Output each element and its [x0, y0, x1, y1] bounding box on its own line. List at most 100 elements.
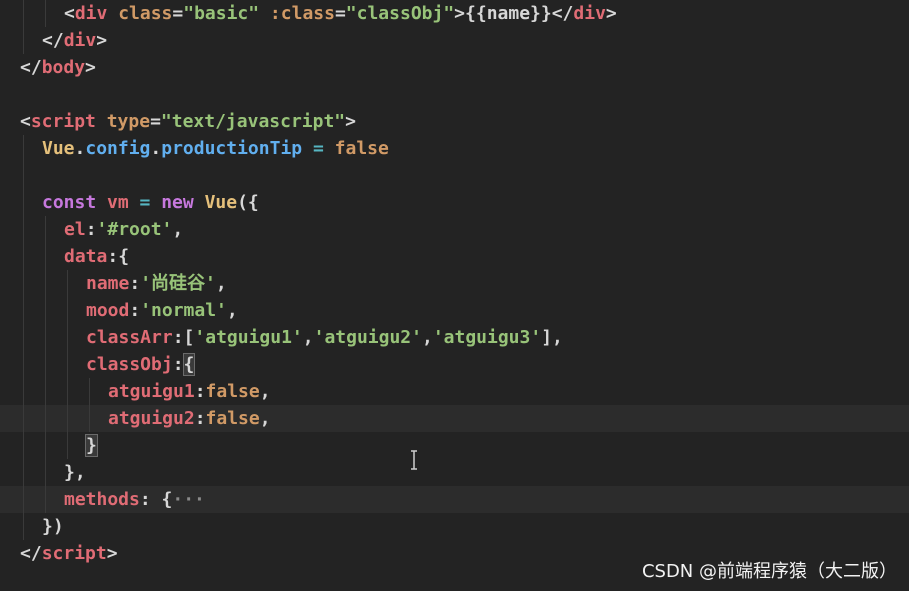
code-token: ,	[421, 327, 433, 348]
code-token: mood	[86, 300, 130, 321]
code-line[interactable]: atguigu1:false,	[0, 378, 909, 405]
code-line[interactable]: classObj:{	[0, 351, 909, 378]
code-token: '尚硅谷'	[140, 273, 216, 294]
code-line[interactable]: atguigu2:false,	[0, 405, 909, 432]
indent-guide	[45, 324, 46, 351]
code-token: '#root'	[96, 219, 173, 240]
code-token: 'atguigu3'	[432, 327, 542, 348]
code-token: .	[74, 138, 86, 159]
code-token: ],	[541, 327, 563, 348]
code-line[interactable]: </div>	[0, 27, 909, 54]
code-token: div	[573, 3, 606, 24]
indent-guide	[23, 135, 24, 162]
code-token: =	[150, 111, 161, 132]
code-token: productionTip	[161, 138, 303, 159]
code-line[interactable]: Vue.config.productionTip = false	[0, 135, 909, 162]
code-token: data	[64, 246, 108, 267]
code-token: :	[85, 219, 97, 240]
code-text: classObj:{	[86, 351, 196, 378]
code-line[interactable]: <div class="basic" :class="classObj">{{n…	[0, 0, 909, 27]
code-token: el	[64, 219, 86, 240]
code-token: >	[454, 3, 466, 24]
code-token: script	[30, 111, 96, 132]
indent-guide	[23, 216, 24, 243]
indent-guide	[23, 432, 24, 459]
code-line[interactable]	[0, 162, 909, 189]
code-token: const	[42, 192, 97, 213]
code-token: :{	[107, 246, 130, 267]
code-token: class	[107, 3, 173, 24]
code-text: atguigu1:false,	[108, 378, 271, 405]
code-token: ,	[302, 327, 314, 348]
code-line[interactable]: </body>	[0, 54, 909, 81]
code-text: })	[42, 513, 64, 540]
code-token: body	[41, 57, 86, 78]
indent-guide	[67, 270, 68, 297]
code-line[interactable]: name:'尚硅谷',	[0, 270, 909, 297]
code-token: Vue	[193, 192, 238, 213]
indent-guide	[67, 378, 68, 405]
code-token: "text/javascript"	[160, 111, 346, 132]
indent-guide	[23, 270, 24, 297]
indent-guide	[45, 297, 46, 324]
code-token: ,	[172, 219, 184, 240]
code-line[interactable]: <script type="text/javascript">	[0, 108, 909, 135]
folded-region-indicator[interactable]: ···	[172, 489, 205, 510]
code-text: methods: {···	[64, 486, 205, 513]
code-token: ({	[237, 192, 259, 213]
code-line[interactable]: methods: {···	[0, 486, 909, 513]
code-token: </	[20, 57, 42, 78]
code-token: {	[182, 353, 196, 376]
code-token: })	[42, 516, 64, 537]
code-line[interactable]: data:{	[0, 243, 909, 270]
code-token: script	[41, 543, 107, 564]
code-token: >	[345, 111, 356, 132]
code-token: <	[64, 3, 75, 24]
code-line[interactable]: }	[0, 432, 909, 459]
code-token: 'normal'	[140, 300, 227, 321]
code-text: </div>	[42, 27, 107, 54]
code-text: mood:'normal',	[86, 297, 238, 324]
code-token: :[	[172, 327, 195, 348]
code-text: const vm = new Vue({	[42, 189, 259, 216]
code-editor[interactable]: <div class="basic" :class="classObj">{{n…	[0, 0, 909, 591]
indent-guide	[45, 270, 46, 297]
code-token: 'atguigu1'	[194, 327, 303, 348]
code-token: name	[86, 273, 130, 294]
indent-guide	[45, 378, 46, 405]
code-token: >	[85, 57, 96, 78]
indent-guide	[67, 324, 68, 351]
code-line[interactable]: el:'#root',	[0, 216, 909, 243]
code-token: =	[172, 3, 184, 24]
code-token: ,	[259, 408, 271, 429]
code-token: new	[161, 192, 194, 213]
code-line[interactable]: const vm = new Vue({	[0, 189, 909, 216]
code-token: >	[605, 3, 617, 24]
code-line[interactable]: mood:'normal',	[0, 297, 909, 324]
code-line[interactable]: },	[0, 459, 909, 486]
code-token: :	[129, 300, 141, 321]
indent-guide	[45, 243, 46, 270]
code-token: classObj	[86, 354, 173, 375]
code-token: ,	[215, 273, 227, 294]
indent-guide	[45, 459, 46, 486]
code-token: }	[85, 434, 98, 457]
indent-guide	[45, 216, 46, 243]
indent-guide	[45, 432, 46, 459]
code-token: config	[85, 138, 151, 159]
indent-guide	[23, 405, 24, 432]
code-text: data:{	[64, 243, 129, 270]
indent-guide	[23, 459, 24, 486]
indent-guide	[89, 405, 90, 432]
code-line[interactable]: classArr:['atguigu1','atguigu2','atguigu…	[0, 324, 909, 351]
code-line[interactable]	[0, 81, 909, 108]
code-token: atguigu2	[108, 408, 195, 429]
code-text: },	[64, 459, 86, 486]
code-token: :	[172, 354, 184, 375]
code-text: Vue.config.productionTip = false	[42, 135, 389, 162]
code-token: "classObj"	[345, 3, 455, 24]
code-token: ,	[259, 381, 271, 402]
code-line[interactable]: })	[0, 513, 909, 540]
indent-guide	[23, 351, 24, 378]
indent-guide	[45, 405, 46, 432]
